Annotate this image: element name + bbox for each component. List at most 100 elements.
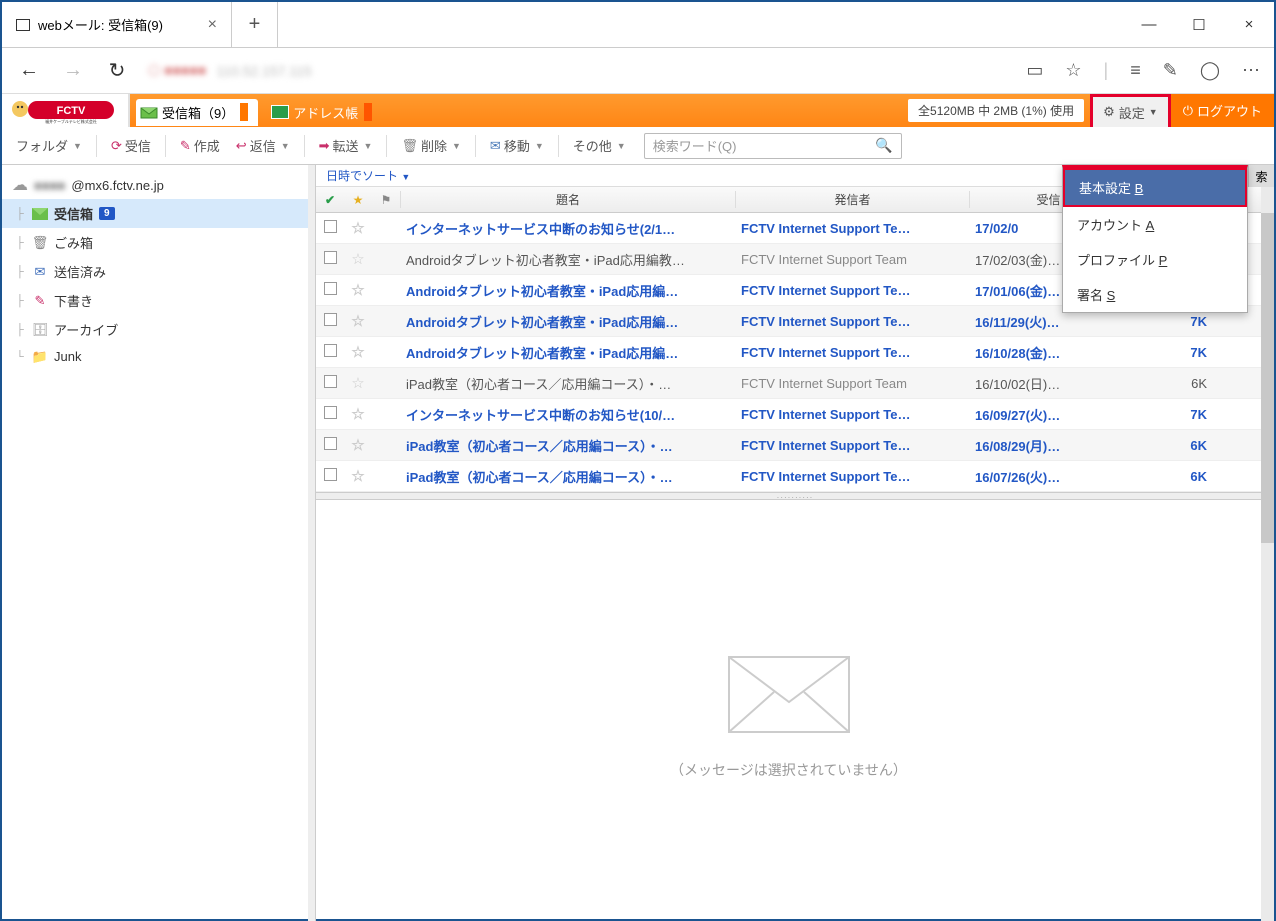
row-checkbox[interactable] xyxy=(324,251,337,264)
row-checkbox[interactable] xyxy=(324,375,337,388)
row-star[interactable]: ☆ xyxy=(344,281,372,299)
dropdown-item[interactable]: 基本設定 B xyxy=(1063,168,1247,207)
row-date: 16/07/26(火)… xyxy=(969,467,1139,486)
reply-button[interactable]: ↩返信▼ xyxy=(230,133,296,158)
row-star[interactable]: ☆ xyxy=(344,467,372,485)
chevron-down-icon: ▼ xyxy=(1149,107,1158,117)
row-checkbox[interactable] xyxy=(324,468,337,481)
receive-button[interactable]: ⟳受信 xyxy=(105,133,157,158)
notes-icon[interactable]: ✎ xyxy=(1163,60,1178,81)
sidebar-scrollbar[interactable] xyxy=(308,165,315,921)
row-checkbox[interactable] xyxy=(324,344,337,357)
col-from[interactable]: 発信者 xyxy=(735,191,969,208)
new-tab-button[interactable]: + xyxy=(232,2,278,47)
row-checkbox[interactable] xyxy=(324,313,337,326)
settings-button[interactable]: ⚙ 設定 ▼ xyxy=(1090,94,1171,127)
address-bar[interactable]: ⬡ ■■■■■ 110.52.157.115 xyxy=(148,62,1008,79)
archive-icon: 🗄 xyxy=(32,323,48,337)
folder-folder[interactable]: └📁Junk xyxy=(2,344,315,369)
close-window-button[interactable]: × xyxy=(1224,2,1274,47)
row-star[interactable]: ☆ xyxy=(344,250,372,268)
dropdown-item[interactable]: プロファイル P xyxy=(1063,242,1247,277)
message-row[interactable]: ☆iPad教室（初心者コース／応用編コース）・…FCTV Internet Su… xyxy=(316,368,1274,399)
folder-archive[interactable]: ├🗄アーカイブ xyxy=(2,315,315,344)
row-star[interactable]: ☆ xyxy=(344,343,372,361)
col-star-icon[interactable]: ★ xyxy=(344,193,372,207)
row-from: FCTV Internet Support Te… xyxy=(735,469,969,484)
col-check-icon[interactable]: ✔ xyxy=(316,193,344,207)
minimize-button[interactable]: — xyxy=(1124,2,1174,47)
logout-button[interactable]: ⏻ ログアウト xyxy=(1171,94,1274,127)
sort-link[interactable]: 日時でソート ▼ xyxy=(326,167,410,184)
addressbook-tab[interactable]: アドレス帳 xyxy=(267,99,382,126)
tab-title: webメール: 受信箱(9) xyxy=(38,15,163,34)
row-subject: iPad教室（初心者コース／応用編コース）・… xyxy=(400,467,735,486)
more-icon[interactable]: ⋯ xyxy=(1242,60,1260,81)
reload-button[interactable]: ↻ xyxy=(104,58,130,83)
back-button[interactable]: ← xyxy=(16,59,42,82)
row-star[interactable]: ☆ xyxy=(344,436,372,454)
col-subject[interactable]: 題名 xyxy=(400,191,735,208)
dropdown-item[interactable]: アカウント A xyxy=(1063,207,1247,242)
row-size: 7K xyxy=(1139,407,1213,422)
col-flag-icon[interactable]: ⚑ xyxy=(372,193,400,207)
power-icon: ⏻ xyxy=(1183,103,1193,119)
reading-view-icon[interactable]: ▭ xyxy=(1026,60,1043,81)
row-from: FCTV Internet Support Te… xyxy=(735,283,969,298)
inbox-tab[interactable]: 受信箱（9） xyxy=(136,99,258,126)
share-icon[interactable]: ◯ xyxy=(1200,60,1220,81)
other-menu[interactable]: その他▼ xyxy=(567,133,632,158)
forward-button[interactable]: ➡転送▼ xyxy=(313,133,379,158)
folder-icon: 📁 xyxy=(32,350,48,364)
addressbook-tab-label: アドレス帳 xyxy=(293,103,358,122)
folder-draft[interactable]: ├✎下書き xyxy=(2,286,315,315)
svg-text:福井ケーブルテレビ株式会社: 福井ケーブルテレビ株式会社 xyxy=(45,118,97,124)
search-icon[interactable]: 🔍 xyxy=(875,137,892,154)
row-star[interactable]: ☆ xyxy=(344,374,372,392)
page-icon xyxy=(16,19,30,31)
account-row[interactable]: ☁ ■■■■@mx6.fctv.ne.jp xyxy=(2,171,315,199)
search-input[interactable]: 検索ワード(Q) 🔍 xyxy=(644,133,902,159)
move-button[interactable]: ✉移動▼ xyxy=(484,133,550,158)
forward-button[interactable]: → xyxy=(60,59,86,82)
row-checkbox[interactable] xyxy=(324,437,337,450)
search-toggle[interactable]: 索 xyxy=(1248,165,1274,187)
trash-icon: 🗑 xyxy=(32,236,48,250)
message-row[interactable]: ☆インターネットサービス中断のお知らせ(10/…FCTV Internet Su… xyxy=(316,399,1274,430)
dropdown-item[interactable]: 署名 S xyxy=(1063,277,1247,312)
row-star[interactable]: ☆ xyxy=(344,312,372,330)
row-checkbox[interactable] xyxy=(324,220,337,233)
maximize-button[interactable]: ☐ xyxy=(1174,2,1224,47)
row-checkbox[interactable] xyxy=(324,406,337,419)
close-tab-icon[interactable]: × xyxy=(208,16,217,34)
folder-menu[interactable]: フォルダ▼ xyxy=(10,133,88,158)
message-row[interactable]: ☆ iPad教室（初心者コース／応用編コース）・…FCTV Internet Su… xyxy=(316,461,1274,492)
hub-icon[interactable]: ≡ xyxy=(1130,60,1141,81)
content-scrollbar[interactable] xyxy=(1261,187,1274,921)
folder-trash[interactable]: ├🗑ごみ箱 xyxy=(2,228,315,257)
row-subject: Androidタブレット初心者教室・iPad応用編… xyxy=(400,281,735,300)
row-date: 16/08/29(月)… xyxy=(969,436,1139,455)
row-subject: インターネットサービス中断のお知らせ(2/1… xyxy=(400,219,735,238)
toolbar: フォルダ▼ ⟳受信 ✎作成 ↩返信▼ ➡転送▼ 🗑削除▼ ✉移動▼ その他▼ 検… xyxy=(2,127,1274,165)
row-subject: Androidタブレット初心者教室・iPad応用編… xyxy=(400,343,735,362)
delete-button[interactable]: 🗑削除▼ xyxy=(395,133,466,158)
favorite-icon[interactable]: ☆ xyxy=(1065,60,1081,81)
app-header: FCTV福井ケーブルテレビ株式会社 受信箱（9） アドレス帳 全5120MB 中… xyxy=(2,94,1274,127)
row-checkbox[interactable] xyxy=(324,282,337,295)
folder-sent[interactable]: ├✉送信済み xyxy=(2,257,315,286)
browser-tab[interactable]: webメール: 受信箱(9) × xyxy=(2,2,232,47)
folder-inbox[interactable]: ├受信箱 9 xyxy=(2,199,315,228)
row-subject: iPad教室（初心者コース／応用編コース）・… xyxy=(400,374,735,393)
compose-button[interactable]: ✎作成 xyxy=(174,133,226,158)
row-star[interactable]: ☆ xyxy=(344,405,372,423)
envelope-icon xyxy=(724,642,854,742)
splitter[interactable]: ·········· xyxy=(316,492,1274,500)
svg-text:FCTV: FCTV xyxy=(57,105,86,117)
row-star[interactable]: ☆ xyxy=(344,219,372,237)
content-pane: 日時でソート ▼ 1 ✔ ★ ⚑ 題名 発信者 受信日 ☆インターネットサービス… xyxy=(316,165,1274,921)
message-row[interactable]: ☆iPad教室（初心者コース／応用編コース）・…FCTV Internet Su… xyxy=(316,430,1274,461)
main-area: ☁ ■■■■@mx6.fctv.ne.jp ├受信箱 9├🗑ごみ箱├✉送信済み├… xyxy=(2,165,1274,921)
message-row[interactable]: ☆Androidタブレット初心者教室・iPad応用編…FCTV Internet… xyxy=(316,337,1274,368)
preview-pane: （メッセージは選択されていません） xyxy=(316,500,1274,921)
